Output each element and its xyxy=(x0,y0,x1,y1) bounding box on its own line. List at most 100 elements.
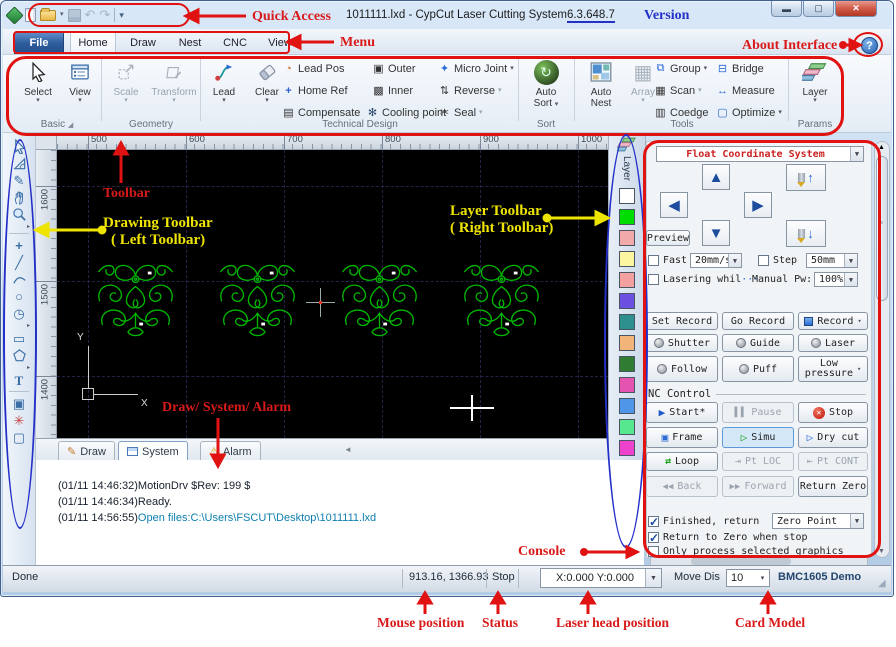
puff-button[interactable]: Puff xyxy=(722,356,794,382)
select-button[interactable]: Select ▾ xyxy=(18,57,58,117)
console-tab-draw[interactable]: ✎ Draw xyxy=(58,441,115,461)
new-file-icon[interactable] xyxy=(25,6,36,24)
console-tab-alarm[interactable]: ⚠ Alarm xyxy=(200,441,261,461)
back-button[interactable]: ◀◀ Back xyxy=(646,476,718,497)
scroll-left-icon[interactable]: ◄ xyxy=(344,445,352,454)
layer-color-swatch[interactable] xyxy=(619,419,635,435)
forward-button[interactable]: ▶▶ Forward xyxy=(722,476,794,497)
circle-tool-icon[interactable]: ○ xyxy=(7,288,31,305)
set-record-button[interactable]: Set Record xyxy=(646,312,718,330)
polygon-tool-icon[interactable] xyxy=(7,347,31,364)
ornament-graphic[interactable] xyxy=(215,255,300,343)
outer-button[interactable]: ▣ Outer xyxy=(372,60,415,77)
layer-color-swatch[interactable] xyxy=(619,293,635,309)
undo-icon[interactable]: ↶ xyxy=(85,6,96,24)
auto-sort-button[interactable]: ↻ Auto Sort ▾ xyxy=(522,57,570,117)
align-tool-icon[interactable]: ▣ xyxy=(7,395,31,412)
group-button[interactable]: ⧉ Group ▾ xyxy=(654,60,708,77)
flyout-arrow-icon[interactable]: ▸ xyxy=(27,223,30,230)
layer-color-swatch[interactable] xyxy=(619,188,635,204)
tab-nest[interactable]: Nest xyxy=(169,32,211,55)
shutter-button[interactable]: Shutter xyxy=(646,334,718,352)
finished-return-checkbox[interactable]: ✓ xyxy=(648,515,659,529)
layer-color-swatch[interactable] xyxy=(619,335,635,351)
scale-button[interactable]: Scale ▾ xyxy=(104,57,148,117)
layer-button[interactable]: Layer ▾ xyxy=(792,57,838,117)
dialog-launcher-icon[interactable]: ◢ xyxy=(68,122,73,129)
layer-color-swatch[interactable] xyxy=(619,440,635,456)
scrollbar-thumb[interactable] xyxy=(876,156,888,301)
bridge-button[interactable]: ⊟ Bridge xyxy=(716,60,764,77)
go-record-button[interactable]: Go Record xyxy=(722,312,794,330)
stop-button[interactable]: ✕ Stop xyxy=(798,402,868,423)
line-tool-icon[interactable]: ╱ xyxy=(7,254,31,271)
record-button[interactable]: Record ▾ xyxy=(798,312,868,330)
follow-button[interactable]: Follow xyxy=(646,356,718,382)
coordinate-system-combo[interactable]: Float Coordinate System ▼ xyxy=(656,146,864,162)
micro-joint-button[interactable]: ✦ Micro Joint ▾ xyxy=(438,60,514,77)
frame-button[interactable]: ▣ Frame xyxy=(646,427,718,448)
arc-tool-icon[interactable] xyxy=(7,271,31,288)
redo-icon[interactable]: ↷ xyxy=(99,6,110,24)
select-tool-icon[interactable] xyxy=(7,138,31,155)
lead-pos-button[interactable]: ◔ Lead Pos xyxy=(282,60,344,77)
step-checkbox[interactable] xyxy=(758,255,769,266)
nozzle-up-button[interactable]: ↑ xyxy=(786,164,826,191)
tab-view[interactable]: View xyxy=(259,32,301,55)
text-tool-icon[interactable]: T xyxy=(7,372,31,389)
open-file-icon[interactable] xyxy=(40,6,56,24)
maximize-button[interactable]: ▢ xyxy=(803,1,834,17)
view-button[interactable]: View ▾ xyxy=(60,57,100,117)
resize-grip[interactable]: ◢ xyxy=(878,578,886,589)
reverse-button[interactable]: ⇅ Reverse ▾ xyxy=(438,82,502,99)
pt-loc-button[interactable]: ⇥ Pt LOC xyxy=(722,452,794,471)
tab-draw[interactable]: Draw xyxy=(121,32,165,55)
jog-right-button[interactable]: ▶ xyxy=(744,192,772,218)
scroll-up-icon[interactable]: ▲ xyxy=(878,144,885,151)
layer-color-swatch[interactable] xyxy=(619,272,635,288)
ornament-graphic[interactable] xyxy=(337,255,422,343)
jog-left-button[interactable]: ◀ xyxy=(660,192,688,218)
loop-button[interactable]: ⇄ Loop xyxy=(646,452,718,471)
laser-head-position-combo[interactable]: X:0.000 Y:0.000 ▼ xyxy=(540,568,662,588)
return-zero-button[interactable]: Return Zero xyxy=(798,476,868,497)
guide-button[interactable]: Guide xyxy=(722,334,794,352)
layer-color-swatch[interactable] xyxy=(619,251,635,267)
open-dropdown-caret-icon[interactable]: ▾ xyxy=(60,6,64,24)
app-logo-icon[interactable] xyxy=(5,5,24,25)
only-selected-checkbox[interactable] xyxy=(648,546,659,557)
preview-button[interactable]: Preview xyxy=(646,230,690,246)
tab-home[interactable]: Home xyxy=(70,31,116,54)
flyout-arrow-icon[interactable]: ▸ xyxy=(27,364,30,371)
layer-color-swatch[interactable] xyxy=(619,377,635,393)
layer-color-swatch[interactable] xyxy=(619,230,635,246)
return-to-zero-checkbox[interactable]: ✓ xyxy=(648,531,659,545)
low-pressure-button[interactable]: Low pressure ▾ xyxy=(798,356,868,382)
jog-down-button[interactable]: ▼ xyxy=(702,220,730,246)
explode-tool-icon[interactable]: ✳ xyxy=(7,412,31,429)
auto-nest-button[interactable]: Auto Nest xyxy=(580,57,622,117)
transform-button[interactable]: Transform ▾ xyxy=(150,57,198,117)
ornament-graphic[interactable] xyxy=(93,255,178,343)
zoom-tool-icon[interactable] xyxy=(7,206,31,223)
layer-color-swatch[interactable] xyxy=(619,209,635,225)
point-tool-icon[interactable]: + xyxy=(7,237,31,254)
panel-vertical-scrollbar[interactable]: ▲ ≡ ▼ xyxy=(874,141,890,558)
rectangle-tool-icon[interactable]: ▭ xyxy=(7,330,31,347)
pan-tool-icon[interactable] xyxy=(7,189,31,206)
jog-up-button[interactable]: ▲ xyxy=(702,164,730,190)
step-combo[interactable]: 50mm ▼ xyxy=(806,253,858,268)
tab-cnc[interactable]: CNC xyxy=(215,32,255,55)
console-tab-system[interactable]: System xyxy=(118,441,188,461)
flyout-arrow-icon[interactable]: ▸ xyxy=(27,322,30,329)
layer-color-swatch[interactable] xyxy=(619,356,635,372)
manual-pw-combo[interactable]: 100% ▼ xyxy=(814,272,858,287)
lasering-checkbox[interactable] xyxy=(648,274,659,285)
node-edit-tool-icon[interactable]: ✎ xyxy=(7,172,31,189)
minimize-button[interactable]: ▬ xyxy=(771,1,802,17)
measure-tool-icon[interactable] xyxy=(7,155,31,172)
start-button[interactable]: ▶ Start* xyxy=(646,402,718,423)
dry-cut-button[interactable]: ▷ Dry cut xyxy=(798,427,868,448)
layer-color-swatch[interactable] xyxy=(619,398,635,414)
laser-button[interactable]: Laser xyxy=(798,334,868,352)
